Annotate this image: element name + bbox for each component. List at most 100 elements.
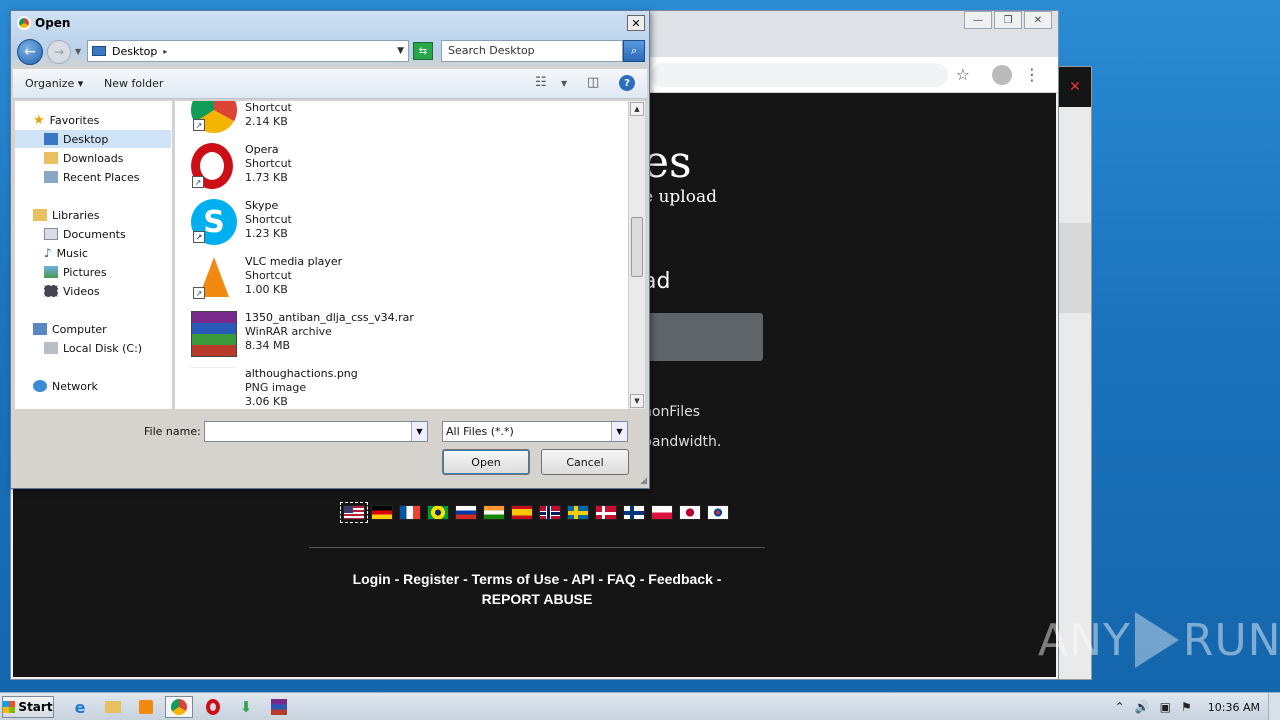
flag-br-icon[interactable] — [427, 505, 449, 520]
upload-button[interactable] — [639, 313, 763, 361]
chevron-down-icon[interactable]: ▼ — [411, 422, 427, 441]
preview-pane-icon[interactable]: ◫ — [587, 75, 599, 90]
chevron-down-icon[interactable]: ▼ — [611, 422, 627, 441]
flag-dk-icon[interactable] — [595, 505, 617, 520]
nav-desktop[interactable]: Desktop — [15, 130, 171, 148]
show-desktop-button[interactable] — [1268, 693, 1280, 720]
refresh-icon[interactable]: ⇆ — [413, 42, 433, 60]
star-icon[interactable]: ☆ — [956, 65, 970, 84]
nav-label: Favorites — [49, 113, 100, 127]
chevron-down-icon[interactable]: ▼ — [75, 47, 81, 56]
nav-computer[interactable]: Computer — [33, 320, 107, 338]
menu-icon[interactable]: ⋮ — [1024, 65, 1040, 84]
list-item[interactable]: S ↗ Skype Shortcut 1.23 KB — [191, 195, 611, 251]
flag-fr-icon[interactable] — [399, 505, 421, 520]
minimize-icon[interactable]: — — [964, 11, 992, 29]
list-item[interactable]: 1350_antiban_dlja_css_v34.rar WinRAR arc… — [191, 307, 611, 363]
back-arrow-icon[interactable]: ← — [17, 39, 43, 65]
clock[interactable]: 10:36 AM — [1208, 701, 1260, 714]
file-type-select[interactable]: All Files (*.*) — [442, 421, 628, 442]
file-size: 3.06 KB — [245, 395, 288, 408]
scroll-down-icon[interactable]: ▼ — [630, 394, 644, 408]
close-icon[interactable]: ✕ — [627, 15, 645, 31]
terms-link[interactable]: Terms of Use — [472, 571, 560, 587]
nav-documents[interactable]: Documents — [44, 225, 126, 243]
nav-pictures[interactable]: Pictures — [44, 263, 107, 281]
flag-ru-icon[interactable] — [455, 505, 477, 520]
flag-pl-icon[interactable] — [651, 505, 673, 520]
nav-local-disk[interactable]: Local Disk (C:) — [44, 339, 142, 357]
chevron-down-icon[interactable]: ▼ — [397, 46, 404, 56]
flag-fi-icon[interactable] — [623, 505, 645, 520]
flag-es-icon[interactable] — [511, 505, 533, 520]
download-manager-icon[interactable]: ⬇ — [232, 696, 260, 718]
opera-icon[interactable] — [199, 696, 227, 718]
maximize-icon[interactable]: ❐ — [994, 11, 1022, 29]
flag-kr-icon[interactable] — [707, 505, 729, 520]
profile-icon[interactable] — [992, 65, 1012, 85]
close-icon[interactable]: ✕ — [1024, 11, 1052, 29]
nav-network[interactable]: Network — [33, 377, 98, 395]
link-separator: - — [563, 571, 568, 587]
navigation-pane: ★ Favorites Desktop Downloads Recent Plac… — [15, 101, 173, 409]
forward-arrow-icon[interactable]: → — [47, 40, 71, 64]
network-status-icon[interactable]: ▣ — [1160, 700, 1171, 714]
api-link[interactable]: API — [571, 571, 594, 587]
help-icon[interactable]: ? — [619, 75, 635, 91]
scroll-up-icon[interactable]: ▲ — [630, 102, 644, 116]
link-separator: - — [716, 571, 722, 587]
anyrun-watermark: ANY RUN — [1038, 612, 1280, 668]
register-link[interactable]: Register — [403, 571, 459, 587]
shortcut-arrow-icon: ↗ — [193, 231, 205, 243]
report-abuse-link[interactable]: REPORT ABUSE — [482, 591, 593, 607]
chevron-down-icon[interactable]: ▼ — [561, 79, 567, 88]
search-input[interactable]: Search Desktop — [441, 40, 623, 62]
nav-favorites[interactable]: ★ Favorites — [33, 111, 99, 129]
organize-button[interactable]: Organize ▾ — [25, 77, 83, 90]
flag-in-icon[interactable] — [483, 505, 505, 520]
start-button[interactable]: Start — [2, 696, 54, 718]
ie-icon[interactable]: e — [66, 696, 94, 718]
link-separator: - — [463, 571, 468, 587]
media-player-icon[interactable] — [132, 696, 160, 718]
flag-icon[interactable]: ⚑ — [1181, 700, 1192, 714]
list-item[interactable]: ↗ Opera Shortcut 1.73 KB — [191, 139, 611, 195]
file-name: Opera — [245, 143, 279, 156]
nav-videos[interactable]: Videos — [44, 282, 100, 300]
address-bar[interactable]: Desktop ▸ ▼ — [87, 40, 409, 62]
close-icon[interactable]: ✕ — [1059, 67, 1091, 107]
flag-no-icon[interactable] — [539, 505, 561, 520]
chevron-up-icon[interactable]: ⌃ — [1115, 700, 1125, 714]
explorer-icon[interactable] — [99, 696, 127, 718]
chevron-down-icon[interactable]: ▸ — [163, 47, 167, 56]
flag-us-icon[interactable] — [340, 502, 368, 523]
volume-icon[interactable]: 🔊 — [1135, 700, 1150, 714]
resize-grip-icon[interactable]: ◢ — [640, 476, 647, 486]
nav-recent-places[interactable]: Recent Places — [44, 168, 140, 186]
star-icon: ★ — [33, 112, 45, 128]
search-icon[interactable]: ⌕ — [623, 40, 645, 62]
flag-de-icon[interactable] — [371, 505, 393, 520]
nav-downloads[interactable]: Downloads — [44, 149, 123, 167]
open-button[interactable]: Open — [442, 449, 530, 475]
vertical-scrollbar[interactable]: ▲ ▼ — [628, 101, 645, 409]
file-name-field[interactable] — [204, 421, 428, 442]
feedback-link[interactable]: Feedback — [648, 571, 713, 587]
view-options-icon[interactable]: ☷ — [535, 75, 547, 90]
nav-music[interactable]: ♪ Music — [44, 244, 88, 262]
winrar-icon[interactable] — [265, 696, 293, 718]
flag-se-icon[interactable] — [567, 505, 589, 520]
nav-libraries[interactable]: Libraries — [33, 206, 100, 224]
faq-link[interactable]: FAQ — [607, 571, 636, 587]
nav-label: Desktop — [63, 132, 109, 146]
new-folder-button[interactable]: New folder — [104, 77, 163, 90]
list-item[interactable]: ↗ VLC media player Shortcut 1.00 KB — [191, 251, 611, 307]
cancel-button[interactable]: Cancel — [541, 449, 629, 475]
chrome-icon[interactable] — [165, 696, 193, 718]
list-item[interactable]: ↗ Shortcut 2.14 KB — [191, 101, 611, 139]
scroll-thumb[interactable] — [631, 217, 643, 277]
login-link[interactable]: Login — [353, 571, 391, 587]
list-item[interactable]: althoughactions.png PNG image 3.06 KB — [191, 363, 611, 409]
omnibox[interactable] — [651, 63, 948, 87]
flag-jp-icon[interactable] — [679, 505, 701, 520]
